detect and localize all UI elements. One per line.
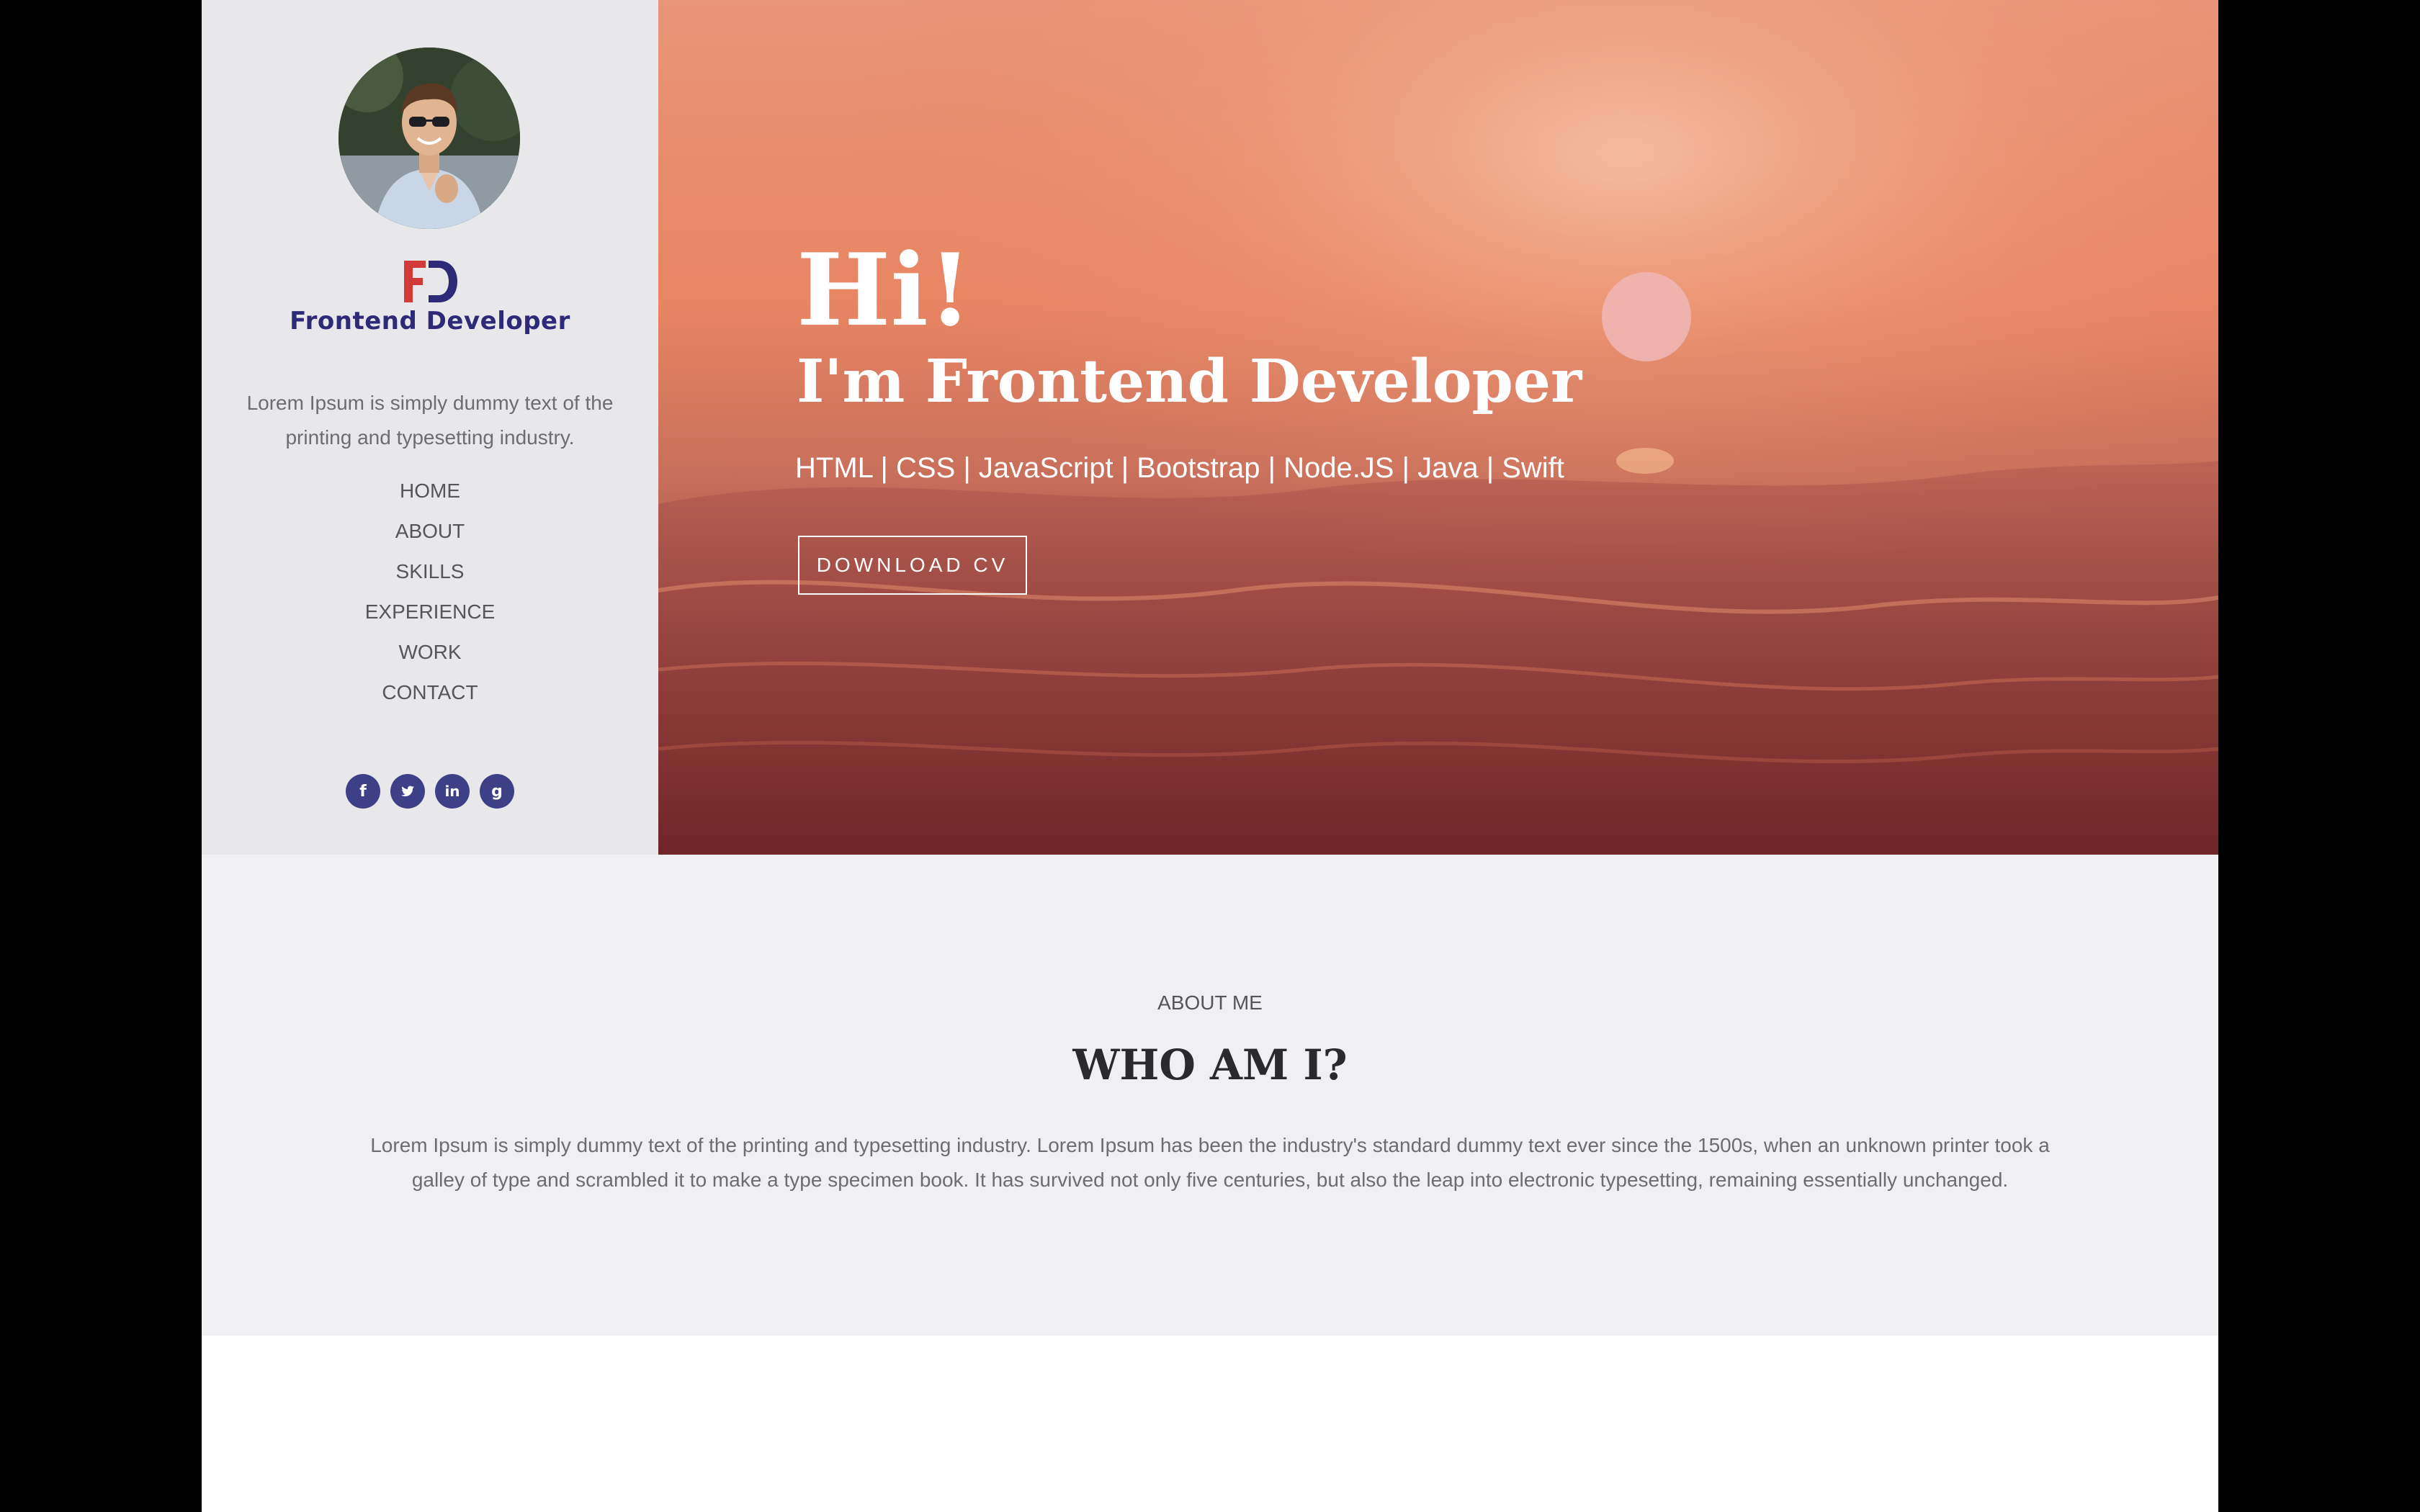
hero-headline: I'm Frontend Developer xyxy=(797,347,1582,416)
brand-logo[interactable]: Frontend Developer xyxy=(202,258,658,337)
fd-logo-icon xyxy=(404,261,457,302)
google-icon[interactable]: g xyxy=(480,774,514,809)
download-cv-button[interactable]: DOWNLOAD CV xyxy=(798,536,1027,595)
sidebar-intro: Lorem Ipsum is simply dummy text of the … xyxy=(246,392,614,449)
nav-item-contact[interactable]: CONTACT xyxy=(202,674,658,714)
nav-item-experience[interactable]: EXPERIENCE xyxy=(202,593,658,634)
about-text: Lorem Ipsum is simply dummy text of the … xyxy=(370,1134,2050,1191)
next-section xyxy=(202,1336,2218,1512)
facebook-glyph: f xyxy=(359,782,367,801)
social-links: f in g xyxy=(202,774,658,809)
google-glyph: g xyxy=(491,782,503,801)
twitter-icon[interactable] xyxy=(390,774,425,809)
sidebar-nav: HOME ABOUT SKILLS EXPERIENCE WORK CONTAC… xyxy=(202,472,658,714)
linkedin-icon[interactable]: in xyxy=(435,774,470,809)
page: Frontend Developer Lorem Ipsum is simply… xyxy=(202,0,2218,1512)
hero-greeting: Hi! xyxy=(797,231,972,348)
brand-name: Frontend Developer xyxy=(290,307,570,336)
sunset-sea-background xyxy=(658,0,2218,855)
hero-section: Hi! I'm Frontend Developer HTML | CSS | … xyxy=(658,0,2218,855)
nav-item-about[interactable]: ABOUT xyxy=(202,513,658,553)
nav-item-skills[interactable]: SKILLS xyxy=(202,553,658,593)
about-eyebrow: ABOUT ME xyxy=(1157,991,1263,1014)
hero-skills: HTML | CSS | JavaScript | Bootstrap | No… xyxy=(795,452,1564,484)
twitter-bird-icon xyxy=(400,786,415,797)
nav-item-home[interactable]: HOME xyxy=(202,472,658,513)
sidebar: Frontend Developer Lorem Ipsum is simply… xyxy=(202,0,658,855)
linkedin-glyph: in xyxy=(444,783,460,800)
nav-item-work[interactable]: WORK xyxy=(202,634,658,674)
about-section: ABOUT ME WHO AM I? Lorem Ipsum is simply… xyxy=(202,855,2218,1336)
profile-avatar xyxy=(339,48,520,229)
profile-photo xyxy=(339,48,520,229)
about-title: WHO AM I? xyxy=(1072,1040,1348,1089)
facebook-icon[interactable]: f xyxy=(346,774,380,809)
